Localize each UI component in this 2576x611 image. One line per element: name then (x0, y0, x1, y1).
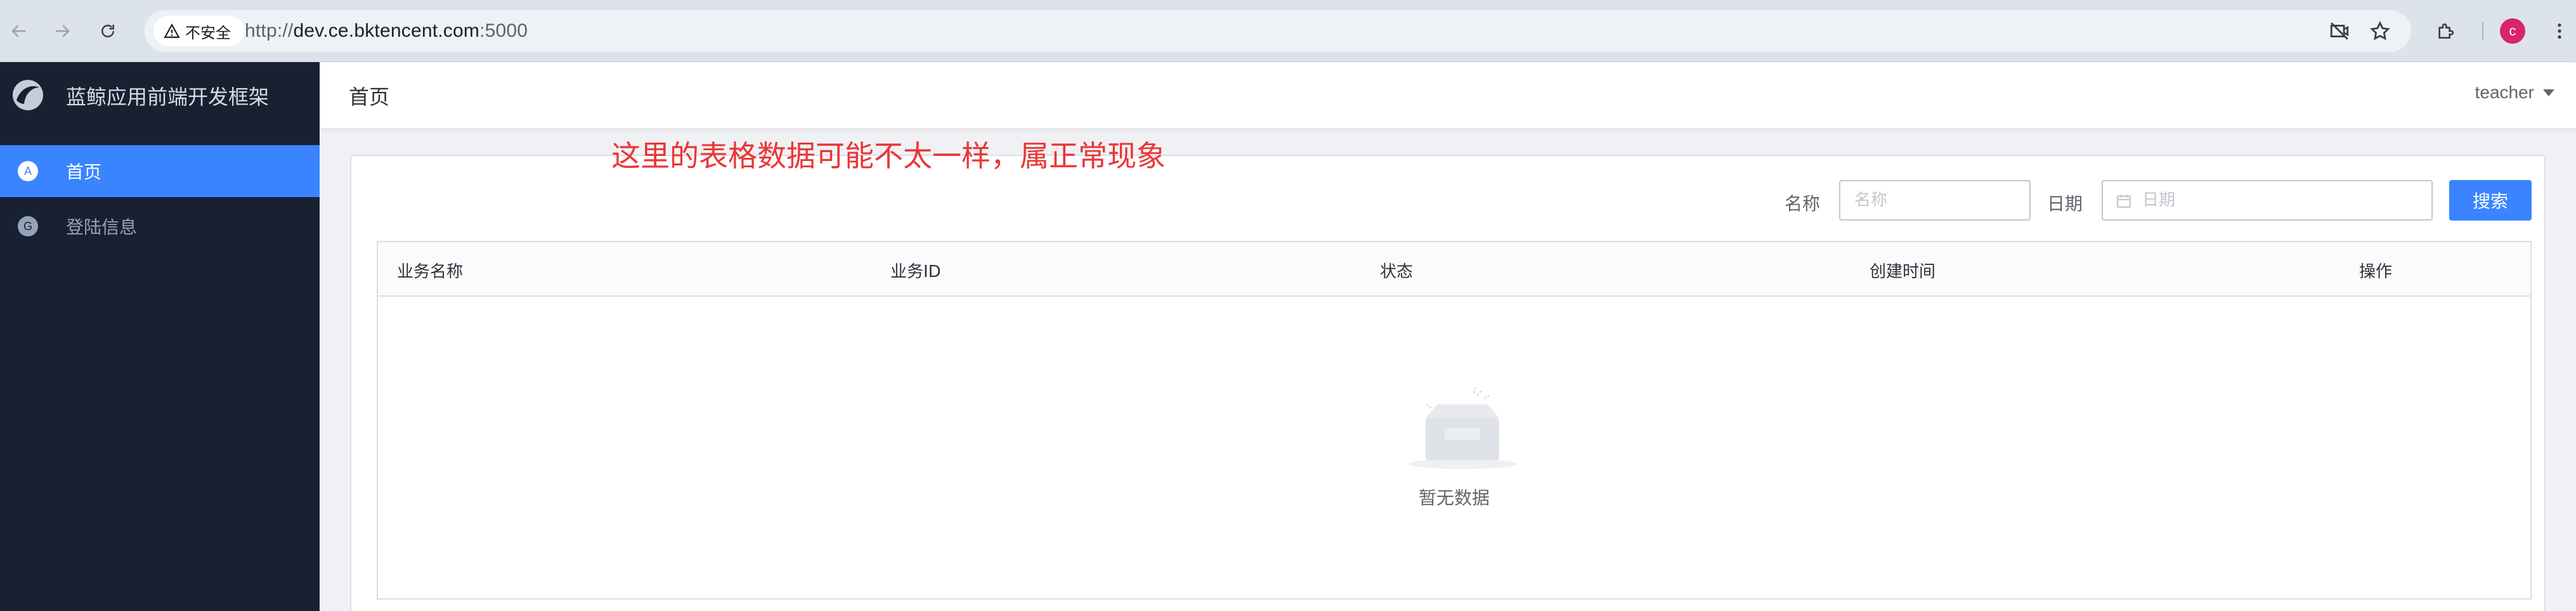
profile-button[interactable]: c (2496, 15, 2529, 48)
page-title: 首页 (349, 85, 390, 109)
name-input-wrapper (1839, 180, 2031, 221)
browser-toolbar: 不安全 http://dev.ce.bktencent.com:5000 c (0, 0, 2576, 62)
data-table: 业务名称 业务ID 状态 创建时间 操作 暂无数据 (377, 241, 2532, 600)
date-picker (2102, 180, 2433, 221)
reload-button[interactable] (91, 15, 124, 48)
url-host: dev.ce.bktencent.com (293, 20, 480, 41)
back-button[interactable] (3, 15, 36, 48)
camera-off-icon[interactable] (2329, 20, 2350, 42)
user-menu[interactable]: teacher (2475, 82, 2554, 103)
menu-badge: A (18, 161, 38, 181)
empty-state: 暂无数据 (378, 297, 2530, 600)
column-header-business-id[interactable]: 业务ID (890, 259, 941, 282)
date-input[interactable] (2103, 181, 2431, 219)
arrow-right-icon (56, 25, 70, 37)
name-label: 名称 (1785, 193, 1821, 214)
column-header-business-name[interactable]: 业务名称 (397, 259, 463, 282)
more-vertical-icon (2558, 23, 2561, 39)
page-header: 首页 teacher (320, 62, 2576, 128)
security-label: 不安全 (185, 24, 231, 42)
app-title: 蓝鲸应用前端开发框架 (66, 85, 270, 109)
warning-icon (164, 23, 180, 38)
reload-icon (101, 25, 114, 37)
security-chip[interactable]: 不安全 (153, 16, 245, 46)
url-text[interactable]: http://dev.ce.bktencent.com:5000 (245, 20, 528, 42)
extensions-button[interactable] (2429, 15, 2462, 48)
column-header-created-time[interactable]: 创建时间 (1870, 259, 1935, 282)
empty-text: 暂无数据 (1418, 487, 1490, 508)
puzzle-icon (2438, 23, 2454, 39)
column-header-actions[interactable]: 操作 (2359, 259, 2392, 282)
star-icon[interactable] (2369, 20, 2391, 42)
browser-menu-button[interactable] (2543, 15, 2576, 48)
name-input[interactable] (1840, 181, 2029, 219)
url-port: :5000 (479, 20, 528, 41)
brand[interactable]: 蓝鲸应用前端开发框架 (0, 62, 320, 128)
sidebar-item-home[interactable]: A 首页 (0, 145, 320, 197)
toolbar-divider (2482, 22, 2483, 41)
sidebar-item-login-info[interactable]: G 登陆信息 (0, 200, 320, 252)
calendar-icon (2117, 195, 2131, 208)
username: teacher (2475, 82, 2534, 102)
bluking-logo-icon (13, 80, 43, 110)
notice-text: 这里的表格数据可能不太一样，属正常现象 (611, 139, 1166, 173)
avatar: c (2500, 18, 2525, 44)
sidebar: 蓝鲸应用前端开发框架 A 首页 G 登陆信息 (0, 62, 320, 611)
url-scheme: http:// (245, 20, 294, 41)
empty-box-icon (1408, 386, 1517, 469)
forward-button[interactable] (46, 15, 79, 48)
column-header-status[interactable]: 状态 (1380, 259, 1413, 282)
arrow-left-icon (11, 25, 25, 37)
sidebar-item-label: 首页 (66, 162, 102, 183)
date-label: 日期 (2047, 193, 2083, 214)
sidebar-item-label: 登陆信息 (66, 217, 138, 238)
caret-down-icon (2543, 89, 2554, 96)
table-header: 业务名称 业务ID 状态 创建时间 操作 (378, 242, 2530, 297)
search-button[interactable]: 搜索 (2449, 180, 2532, 221)
menu-badge: G (18, 216, 38, 236)
address-bar[interactable]: 不安全 http://dev.ce.bktencent.com:5000 (145, 10, 2411, 52)
